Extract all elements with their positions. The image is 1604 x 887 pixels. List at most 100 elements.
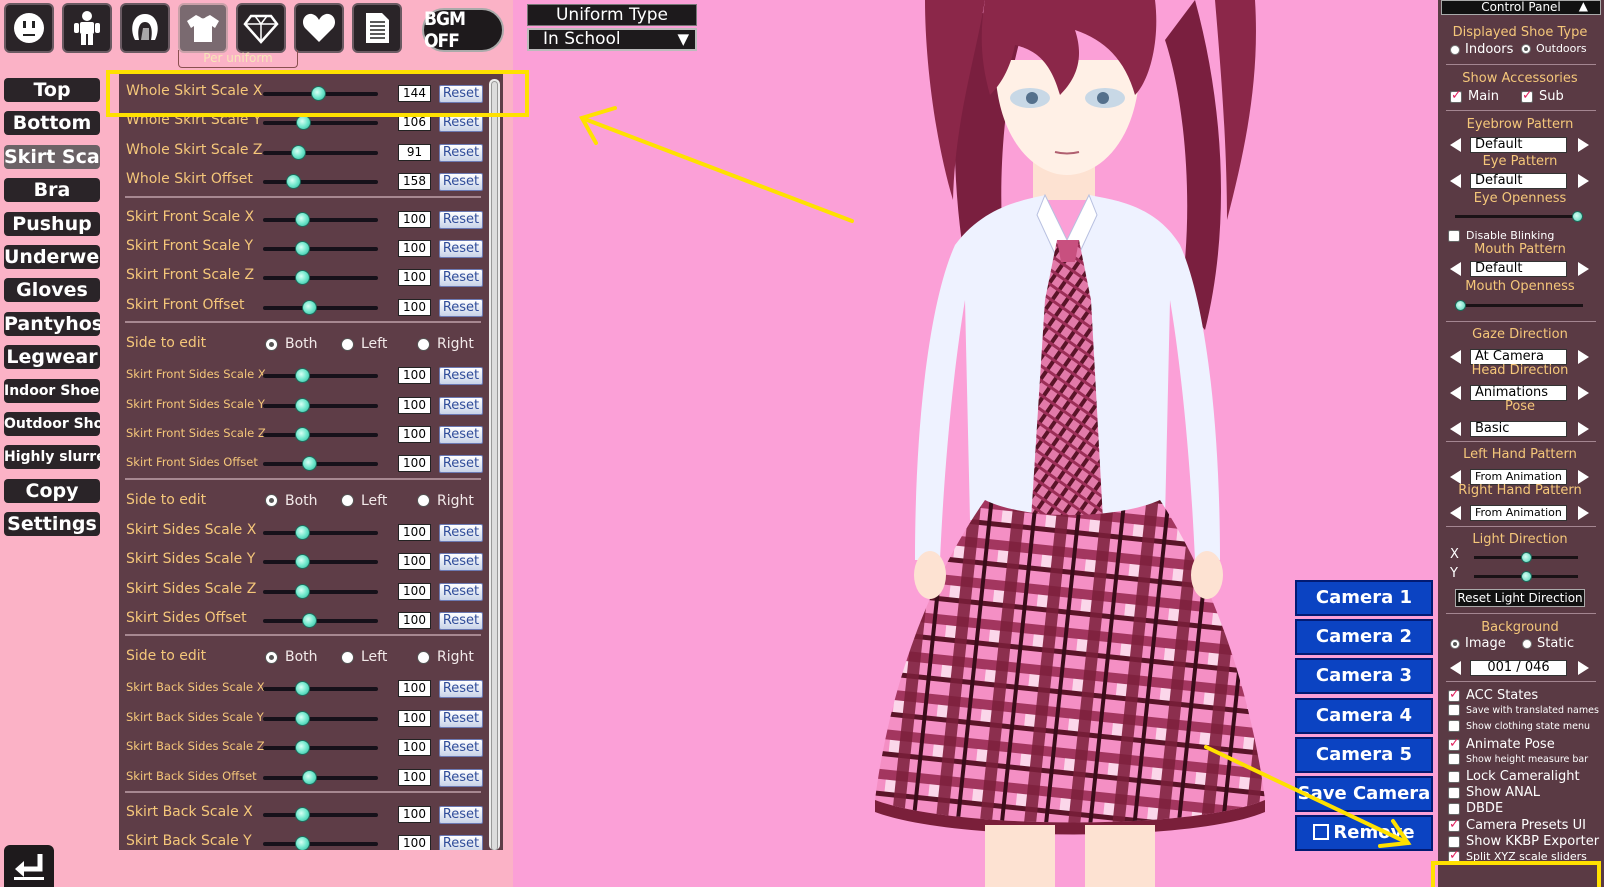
control-panel-header[interactable]: Control Panel ▲ xyxy=(1441,0,1601,15)
reset-button[interactable]: Reset xyxy=(439,612,483,630)
left-hand-next-arrow-icon[interactable] xyxy=(1578,470,1589,484)
side-right-radio[interactable]: Right xyxy=(417,649,474,665)
background-prev-arrow-icon[interactable] xyxy=(1450,661,1461,675)
reset-button[interactable]: Reset xyxy=(439,455,483,474)
slider-knob[interactable] xyxy=(295,554,311,570)
pose-next-arrow-icon[interactable] xyxy=(1578,422,1589,436)
category-legwear-button[interactable]: Legwear xyxy=(4,345,100,370)
favorite-tab-button[interactable] xyxy=(294,3,344,53)
show-kkbp-exporter-checkbox[interactable]: Show KKBP Exporter xyxy=(1448,834,1599,849)
body-tab-button[interactable] xyxy=(62,3,112,53)
reset-button[interactable]: Reset xyxy=(439,582,483,601)
slider-track[interactable] xyxy=(263,144,378,160)
category-bra-button[interactable]: Bra xyxy=(4,178,100,203)
slider-knob[interactable] xyxy=(290,144,306,160)
slider-knob[interactable] xyxy=(295,807,311,822)
side-both-radio[interactable]: Both xyxy=(265,649,318,665)
eye-openness-knob[interactable] xyxy=(1572,211,1583,222)
accessories-sub-checkbox[interactable]: Sub xyxy=(1521,88,1564,104)
category-outdoor-shoes-button[interactable]: Outdoor Shoes xyxy=(4,411,100,436)
eyebrow-next-arrow-icon[interactable] xyxy=(1578,138,1589,152)
slider-knob[interactable] xyxy=(295,427,311,442)
camera-2-button[interactable]: Camera 2 xyxy=(1295,619,1433,656)
slider-knob[interactable] xyxy=(295,241,311,256)
slider-track[interactable] xyxy=(263,554,378,570)
camera-3-button[interactable]: Camera 3 xyxy=(1295,658,1433,695)
slider-track[interactable] xyxy=(263,613,378,628)
right-hand-prev-arrow-icon[interactable] xyxy=(1450,506,1461,520)
slider-value-field[interactable]: 100 xyxy=(398,210,431,228)
slider-value-field[interactable]: 100 xyxy=(398,553,431,571)
reset-button[interactable]: Reset xyxy=(439,173,483,192)
reset-button[interactable]: Reset xyxy=(439,367,483,386)
file-tab-button[interactable] xyxy=(352,3,402,53)
mouth-prev-arrow-icon[interactable] xyxy=(1450,262,1461,276)
slider-track[interactable] xyxy=(263,299,378,315)
slider-knob[interactable] xyxy=(295,368,311,384)
disable-blinking-checkbox[interactable]: Disable Blinking xyxy=(1448,229,1554,242)
remove-button[interactable]: Remove xyxy=(1295,815,1433,852)
reset-button[interactable]: Reset xyxy=(439,768,483,787)
background-static-radio[interactable]: Static xyxy=(1522,636,1574,651)
slider-knob[interactable] xyxy=(302,456,317,472)
light-x-knob[interactable] xyxy=(1520,552,1532,563)
show-clothing-state-menu-checkbox[interactable]: Show clothing state menu xyxy=(1448,720,1590,732)
camera-5-button[interactable]: Camera 5 xyxy=(1295,736,1433,773)
slider-knob[interactable] xyxy=(295,710,311,726)
head-prev-arrow-icon[interactable] xyxy=(1450,386,1461,400)
slider-track[interactable] xyxy=(263,456,378,472)
left-hand-prev-arrow-icon[interactable] xyxy=(1450,470,1461,484)
animate-pose-checkbox[interactable]: Animate Pose xyxy=(1448,736,1555,752)
head-next-arrow-icon[interactable] xyxy=(1578,386,1589,400)
camera-presets-ui-checkbox[interactable]: Camera Presets UI xyxy=(1448,817,1586,833)
side-both-radio[interactable]: Both xyxy=(265,493,318,509)
side-left-radio[interactable]: Left xyxy=(341,649,387,665)
eyebrow-prev-arrow-icon[interactable] xyxy=(1450,138,1461,152)
reset-light-direction-button[interactable]: Reset Light Direction xyxy=(1455,589,1585,607)
eye-next-arrow-icon[interactable] xyxy=(1578,174,1589,188)
slider-knob[interactable] xyxy=(295,211,311,227)
slider-value-field[interactable]: 100 xyxy=(398,269,431,287)
slider-value-field[interactable]: 100 xyxy=(398,768,431,786)
slider-track[interactable] xyxy=(263,115,378,131)
slider-track[interactable] xyxy=(263,397,378,413)
mouth-openness-knob[interactable] xyxy=(1455,300,1466,311)
slider-track[interactable] xyxy=(263,769,378,785)
reset-button[interactable]: Reset xyxy=(439,114,483,133)
show-anal-checkbox[interactable]: Show ANAL xyxy=(1448,785,1540,800)
slider-value-field[interactable]: 100 xyxy=(398,367,431,385)
side-left-radio[interactable]: Left xyxy=(341,493,387,509)
slider-value-field[interactable]: 100 xyxy=(398,455,431,473)
slider-track[interactable] xyxy=(263,583,378,599)
slider-value-field[interactable]: 100 xyxy=(398,612,431,629)
slider-value-field[interactable]: 100 xyxy=(398,396,431,414)
bgm-toggle-button[interactable]: BGM OFF xyxy=(422,8,504,52)
uniform-type-select[interactable]: In School ▼ xyxy=(527,28,697,51)
slider-track[interactable] xyxy=(263,368,378,384)
light-x-slider[interactable] xyxy=(1474,552,1578,563)
right-hand-next-arrow-icon[interactable] xyxy=(1578,506,1589,520)
reset-button[interactable]: Reset xyxy=(439,298,483,317)
reset-button[interactable]: Reset xyxy=(439,269,483,288)
shoe-indoors-radio[interactable]: Indoors xyxy=(1450,42,1513,57)
gaze-prev-arrow-icon[interactable] xyxy=(1450,350,1461,364)
category-indoor-shoes-button[interactable]: Indoor Shoes xyxy=(4,378,100,403)
accessories-main-checkbox[interactable]: Main xyxy=(1450,88,1499,104)
slider-track[interactable] xyxy=(263,740,378,756)
slider-value-field[interactable]: 100 xyxy=(398,806,431,823)
reset-button[interactable]: Reset xyxy=(439,210,483,229)
slider-value-field[interactable]: 100 xyxy=(398,739,431,757)
slider-value-field[interactable]: 100 xyxy=(398,680,431,698)
side-left-radio[interactable]: Left xyxy=(341,336,387,352)
slider-knob[interactable] xyxy=(285,174,301,190)
save-camera-button[interactable]: Save Camera xyxy=(1295,776,1433,812)
slider-track[interactable] xyxy=(263,427,378,442)
slider-value-field[interactable]: 100 xyxy=(398,835,431,850)
reset-button[interactable]: Reset xyxy=(439,739,483,758)
slider-knob[interactable] xyxy=(295,524,311,540)
slider-value-field[interactable]: 91 xyxy=(398,143,431,161)
slider-knob[interactable] xyxy=(295,740,311,756)
slider-knob[interactable] xyxy=(296,115,312,131)
mouth-openness-slider[interactable] xyxy=(1455,300,1583,311)
slider-value-field[interactable]: 100 xyxy=(398,582,431,600)
